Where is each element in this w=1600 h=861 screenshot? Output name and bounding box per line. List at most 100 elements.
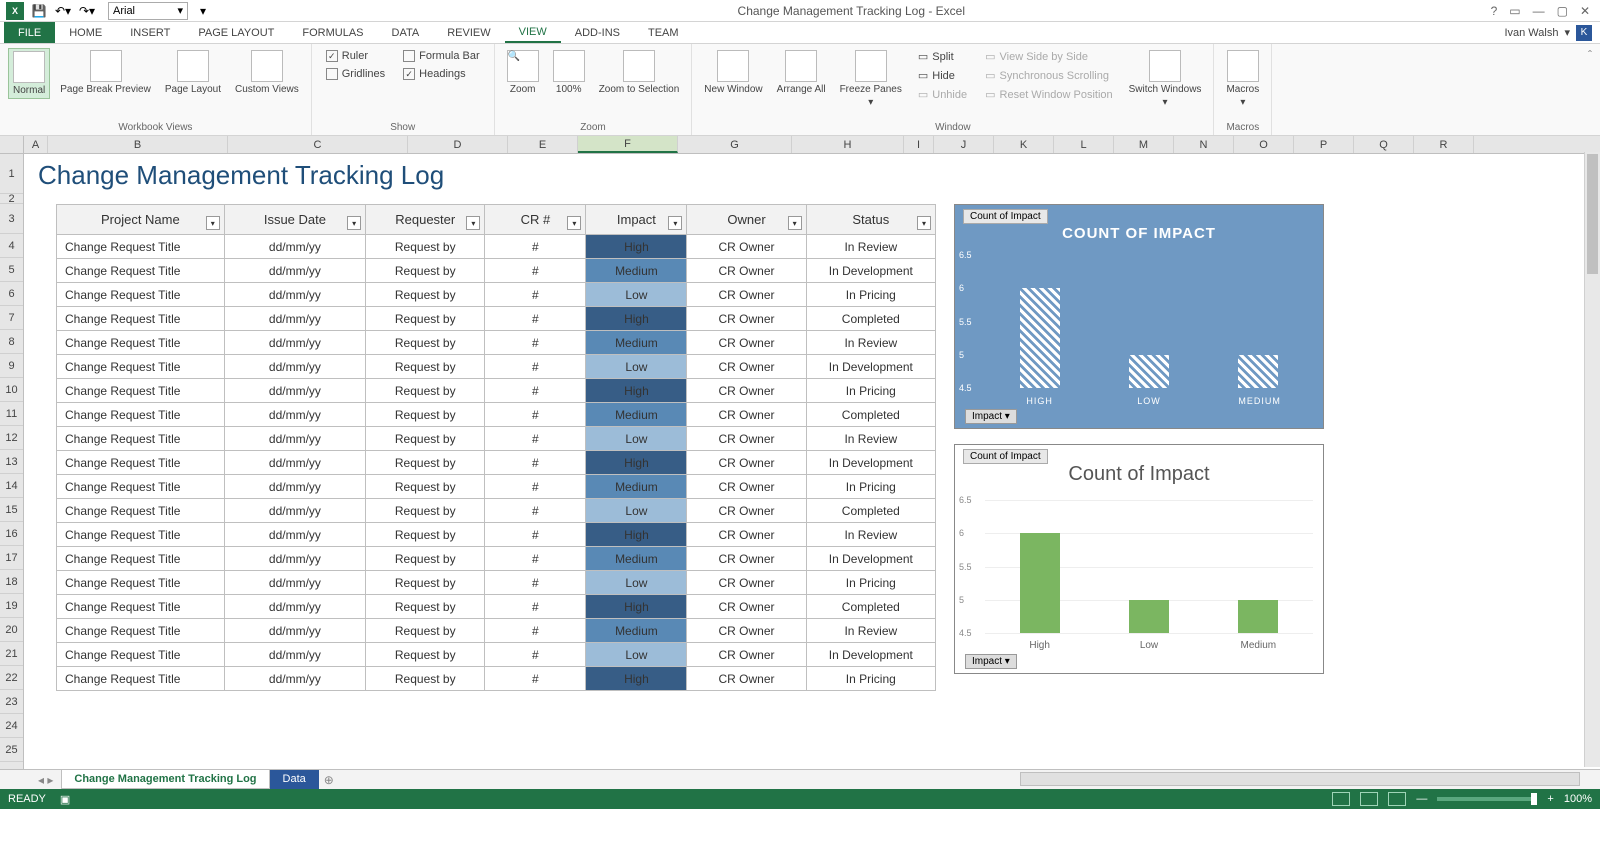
zoom-in-icon[interactable]: +	[1547, 793, 1553, 805]
select-all-corner[interactable]	[0, 136, 24, 153]
tab-add-ins[interactable]: ADD-INS	[561, 22, 634, 43]
col-header-O[interactable]: O	[1234, 136, 1294, 153]
tab-data[interactable]: DATA	[378, 22, 434, 43]
column-header-issue-date[interactable]: Issue Date▾	[224, 205, 365, 235]
tab-team[interactable]: TEAM	[634, 22, 693, 43]
switch-windows-button[interactable]: Switch Windows▾	[1125, 48, 1206, 110]
row-header-7[interactable]: 7	[0, 306, 23, 330]
row-header-4[interactable]: 4	[0, 234, 23, 258]
split-button[interactable]: ▭ Split	[912, 48, 973, 65]
col-header-G[interactable]: G	[678, 136, 792, 153]
filter-dropdown-icon[interactable]: ▾	[917, 216, 931, 230]
col-header-B[interactable]: B	[48, 136, 228, 153]
gridlines-checkbox[interactable]: Gridlines	[320, 66, 391, 82]
row-header-23[interactable]: 23	[0, 690, 23, 714]
col-header-R[interactable]: R	[1414, 136, 1474, 153]
table-row[interactable]: Change Request Titledd/mm/yyRequest by#M…	[57, 403, 936, 427]
column-header-impact[interactable]: Impact▾	[586, 205, 687, 235]
tab-formulas[interactable]: FORMULAS	[288, 22, 377, 43]
macro-record-icon[interactable]: ▣	[60, 793, 70, 806]
chart-field-button[interactable]: Count of Impact	[963, 449, 1048, 464]
font-selector[interactable]: Arial▾	[108, 2, 188, 20]
ribbon-options-icon[interactable]: ▭	[1509, 4, 1520, 18]
ruler-checkbox[interactable]: ✓Ruler	[320, 48, 391, 64]
tab-review[interactable]: REVIEW	[433, 22, 504, 43]
column-header-cr-[interactable]: CR #▾	[485, 205, 586, 235]
row-header-2[interactable]: 2	[0, 194, 23, 204]
user-account[interactable]: Ivan Walsh▾K	[1496, 22, 1600, 43]
table-row[interactable]: Change Request Titledd/mm/yyRequest by#H…	[57, 379, 936, 403]
zoom-level[interactable]: 100%	[1564, 793, 1592, 805]
cells-area[interactable]: Change Management Tracking Log Project N…	[24, 154, 1600, 769]
vertical-scrollbar[interactable]	[1584, 152, 1600, 767]
minimize-icon[interactable]: —	[1533, 4, 1545, 18]
col-header-J[interactable]: J	[934, 136, 994, 153]
tab-view[interactable]: VIEW	[505, 22, 561, 43]
col-header-P[interactable]: P	[1294, 136, 1354, 153]
col-header-N[interactable]: N	[1174, 136, 1234, 153]
tab-page-layout[interactable]: PAGE LAYOUT	[184, 22, 288, 43]
zoom-100-button[interactable]: 100%	[549, 48, 589, 97]
filter-dropdown-icon[interactable]: ▾	[206, 216, 220, 230]
normal-view-button[interactable]: Normal	[8, 48, 50, 99]
filter-dropdown-icon[interactable]: ▾	[668, 216, 682, 230]
table-row[interactable]: Change Request Titledd/mm/yyRequest by#M…	[57, 331, 936, 355]
sheet-tab-data[interactable]: Data	[270, 770, 319, 789]
zoom-button[interactable]: 🔍Zoom	[503, 48, 543, 97]
col-header-Q[interactable]: Q	[1354, 136, 1414, 153]
freeze-panes-button[interactable]: Freeze Panes▾	[836, 48, 906, 110]
row-header-1[interactable]: 1	[0, 154, 23, 194]
row-header-8[interactable]: 8	[0, 330, 23, 354]
chart-count-of-impact-styled[interactable]: Count of Impact COUNT OF IMPACT 4.555.56…	[954, 204, 1324, 429]
table-row[interactable]: Change Request Titledd/mm/yyRequest by#M…	[57, 547, 936, 571]
zoom-slider[interactable]	[1437, 797, 1537, 801]
row-header-6[interactable]: 6	[0, 282, 23, 306]
new-sheet-button[interactable]: ⊕	[319, 770, 339, 789]
row-header-14[interactable]: 14	[0, 474, 23, 498]
maximize-icon[interactable]: ▢	[1557, 4, 1568, 18]
col-header-K[interactable]: K	[994, 136, 1054, 153]
col-header-L[interactable]: L	[1054, 136, 1114, 153]
table-row[interactable]: Change Request Titledd/mm/yyRequest by#M…	[57, 259, 936, 283]
chart-axis-button[interactable]: Impact ▾	[965, 654, 1017, 669]
table-row[interactable]: Change Request Titledd/mm/yyRequest by#H…	[57, 667, 936, 691]
row-header-18[interactable]: 18	[0, 570, 23, 594]
col-header-I[interactable]: I	[904, 136, 934, 153]
tab-home[interactable]: HOME	[55, 22, 116, 43]
sheet-nav[interactable]: ◂ ▸	[30, 770, 61, 789]
row-header-17[interactable]: 17	[0, 546, 23, 570]
table-row[interactable]: Change Request Titledd/mm/yyRequest by#L…	[57, 283, 936, 307]
table-row[interactable]: Change Request Titledd/mm/yyRequest by#H…	[57, 307, 936, 331]
filter-dropdown-icon[interactable]: ▾	[567, 216, 581, 230]
zoom-to-selection-button[interactable]: Zoom to Selection	[595, 48, 684, 97]
row-header-5[interactable]: 5	[0, 258, 23, 282]
unhide-button[interactable]: ▭ Unhide	[912, 86, 973, 103]
chart-count-of-impact-plain[interactable]: Count of Impact Count of Impact 4.555.56…	[954, 444, 1324, 674]
table-row[interactable]: Change Request Titledd/mm/yyRequest by#L…	[57, 643, 936, 667]
collapse-ribbon-icon[interactable]: ˆ	[1580, 44, 1600, 135]
table-row[interactable]: Change Request Titledd/mm/yyRequest by#H…	[57, 235, 936, 259]
table-row[interactable]: Change Request Titledd/mm/yyRequest by#H…	[57, 595, 936, 619]
col-header-E[interactable]: E	[508, 136, 578, 153]
col-header-C[interactable]: C	[228, 136, 408, 153]
column-header-requester[interactable]: Requester▾	[366, 205, 485, 235]
page-layout-view-icon[interactable]	[1360, 792, 1378, 806]
table-row[interactable]: Change Request Titledd/mm/yyRequest by#M…	[57, 475, 936, 499]
row-header-10[interactable]: 10	[0, 378, 23, 402]
row-header-22[interactable]: 22	[0, 666, 23, 690]
tab-insert[interactable]: INSERT	[116, 22, 184, 43]
page-break-preview-button[interactable]: Page Break Preview	[56, 48, 155, 97]
hide-button[interactable]: ▭ Hide	[912, 67, 973, 84]
file-tab[interactable]: FILE	[4, 22, 55, 43]
table-row[interactable]: Change Request Titledd/mm/yyRequest by#L…	[57, 355, 936, 379]
view-side-by-side-button[interactable]: ▭ View Side by Side	[979, 48, 1119, 65]
table-row[interactable]: Change Request Titledd/mm/yyRequest by#L…	[57, 427, 936, 451]
filter-dropdown-icon[interactable]: ▾	[347, 216, 361, 230]
chart-axis-button[interactable]: Impact ▾	[965, 409, 1017, 424]
row-header-24[interactable]: 24	[0, 714, 23, 738]
normal-view-icon[interactable]	[1332, 792, 1350, 806]
row-header-3[interactable]: 3	[0, 204, 23, 234]
col-header-A[interactable]: A	[24, 136, 48, 153]
undo-icon[interactable]: ↶▾	[54, 2, 72, 20]
close-icon[interactable]: ✕	[1580, 4, 1590, 18]
